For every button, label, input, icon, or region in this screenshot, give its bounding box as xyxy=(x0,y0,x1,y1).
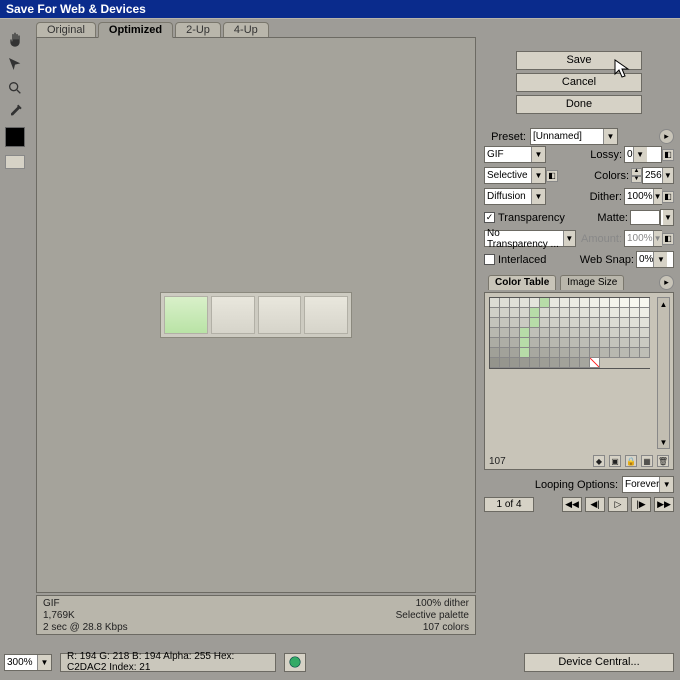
new-color-icon[interactable]: ▦ xyxy=(641,455,653,467)
colortable-scrollbar[interactable]: ▲▼ xyxy=(657,297,670,449)
eyedropper-tool[interactable] xyxy=(4,101,26,123)
interlaced-label: Interlaced xyxy=(498,254,546,266)
browser-preview-button[interactable] xyxy=(284,653,306,672)
device-central-button[interactable]: Device Central... xyxy=(524,653,674,672)
tab-color-table[interactable]: Color Table xyxy=(488,275,556,290)
last-frame-button[interactable]: ▶▶ xyxy=(654,497,674,512)
matte-select[interactable]: ▼ xyxy=(660,209,674,226)
preset-menu-icon[interactable] xyxy=(659,129,674,144)
save-button[interactable]: Save xyxy=(516,51,642,70)
interlaced-checkbox[interactable] xyxy=(484,254,495,265)
matte-label: Matte: xyxy=(597,212,628,224)
dither-lock-icon[interactable]: ◧ xyxy=(662,191,674,203)
color-swatch-grid[interactable] xyxy=(489,297,650,369)
transparency-dither-select[interactable]: No Transparency ...▼ xyxy=(484,230,576,247)
done-button[interactable]: Done xyxy=(516,95,642,114)
color-count: 107 xyxy=(489,456,506,467)
dialog-body: Original Optimized 2-Up 4-Up GIF 1,769K … xyxy=(0,18,680,680)
lossy-lock-icon[interactable]: ◧ xyxy=(662,149,674,161)
delete-color-icon[interactable]: 🗑 xyxy=(657,455,669,467)
preview-canvas[interactable] xyxy=(36,37,476,593)
info-dither: 100% dither xyxy=(396,598,469,609)
amount-input: 100%▼ xyxy=(624,230,662,247)
preset-label: Preset: xyxy=(484,131,526,143)
tab-4up[interactable]: 4-Up xyxy=(223,22,269,38)
transparency-checkbox[interactable]: ✓ xyxy=(484,212,495,223)
info-time: 2 sec @ 28.8 Kbps xyxy=(43,622,128,633)
window-titlebar: Save For Web & Devices xyxy=(0,0,680,18)
dither-label: Dither: xyxy=(590,191,622,203)
reduction-select[interactable]: Selective▼ xyxy=(484,167,546,184)
websnap-label: Web Snap: xyxy=(580,254,634,266)
info-format: GIF xyxy=(43,598,128,609)
status-bar: 300%▼ R: 194 G: 218 B: 194 Alpha: 255 He… xyxy=(4,650,674,674)
optimized-info: GIF 1,769K 2 sec @ 28.8 Kbps 100% dither… xyxy=(36,595,476,635)
format-select[interactable]: GIF▼ xyxy=(484,146,546,163)
colors-input[interactable]: 256▼ xyxy=(642,167,674,184)
transparency-label: Transparency xyxy=(498,212,565,224)
lock-color-icon[interactable]: 🔒 xyxy=(625,455,637,467)
amount-label: Amount: xyxy=(581,233,622,245)
color-table: ▲▼ 107 ◆ ▣ 🔒 ▦ 🗑 xyxy=(484,292,674,470)
pixel-readout: R: 194 G: 218 B: 194 Alpha: 255 Hex: C2D… xyxy=(60,653,276,672)
matte-swatch[interactable] xyxy=(630,210,660,225)
colortable-menu-icon[interactable] xyxy=(659,275,674,290)
dither-input[interactable]: 100%▼ xyxy=(624,188,662,205)
transparency-map-icon[interactable]: ▣ xyxy=(609,455,621,467)
preview-tabs: Original Optimized 2-Up 4-Up xyxy=(36,22,269,38)
colors-label: Colors: xyxy=(594,170,629,182)
zoom-select[interactable]: 300%▼ xyxy=(4,654,52,671)
tab-original[interactable]: Original xyxy=(36,22,96,38)
toolbox xyxy=(4,29,30,169)
slice-visibility-toggle[interactable] xyxy=(5,155,25,169)
colors-stepper[interactable]: ▲▼ xyxy=(631,168,642,183)
image-content xyxy=(160,292,352,338)
cancel-button[interactable]: Cancel xyxy=(516,73,642,92)
info-size: 1,769K xyxy=(43,610,128,621)
looping-select[interactable]: Forever▼ xyxy=(622,476,674,493)
info-colorcount: 107 colors xyxy=(396,622,469,633)
lossy-input[interactable]: 0▼ xyxy=(624,146,662,163)
tab-optimized[interactable]: Optimized xyxy=(98,22,173,38)
settings-panel: Save Cancel Done Preset: [Unnamed]▼ GIF▼… xyxy=(484,37,674,616)
slice-select-tool[interactable] xyxy=(4,53,26,75)
info-palette: Selective palette xyxy=(396,610,469,621)
eyedropper-color-swatch[interactable] xyxy=(5,127,25,147)
looping-label: Looping Options: xyxy=(535,479,618,491)
websafe-shift-icon[interactable]: ◆ xyxy=(593,455,605,467)
next-frame-button[interactable]: |▶ xyxy=(631,497,651,512)
amount-lock-icon[interactable]: ◧ xyxy=(662,233,674,245)
dither-method-select[interactable]: Diffusion▼ xyxy=(484,188,546,205)
zoom-tool[interactable] xyxy=(4,77,26,99)
first-frame-button[interactable]: ◀◀ xyxy=(562,497,582,512)
hand-tool[interactable] xyxy=(4,29,26,51)
frame-indicator: 1 of 4 xyxy=(484,497,534,512)
reduction-menu-icon[interactable]: ◧ xyxy=(546,170,558,182)
websnap-input[interactable]: 0%▼ xyxy=(636,251,674,268)
lossy-label: Lossy: xyxy=(590,149,622,161)
play-button[interactable]: ▷ xyxy=(608,497,628,512)
prev-frame-button[interactable]: ◀| xyxy=(585,497,605,512)
tab-2up[interactable]: 2-Up xyxy=(175,22,221,38)
tab-image-size[interactable]: Image Size xyxy=(560,275,624,290)
preset-select[interactable]: [Unnamed]▼ xyxy=(530,128,618,145)
